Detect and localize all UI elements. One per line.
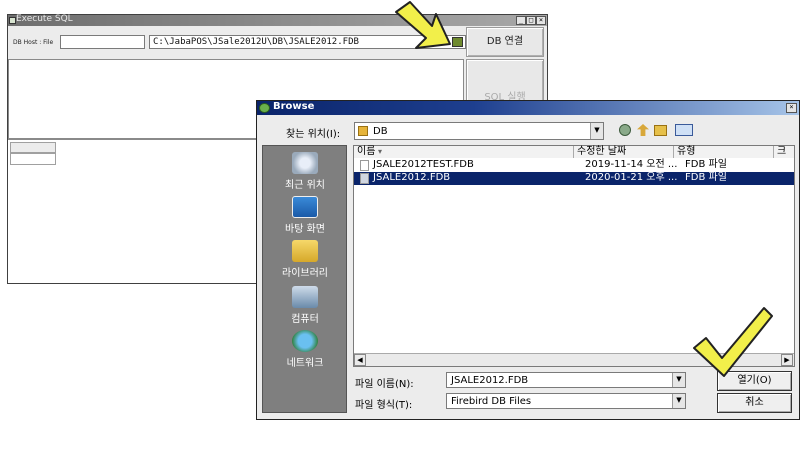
- column-header-type[interactable]: 유형: [674, 146, 774, 158]
- view-menu-icon[interactable]: [675, 124, 693, 136]
- app-icon: [9, 17, 16, 24]
- filetype-label: 파일 형식(T):: [355, 400, 413, 411]
- place-network[interactable]: 네트워크: [263, 330, 347, 369]
- folder-icon: [358, 126, 368, 136]
- column-header-name[interactable]: 이름 ▾: [354, 146, 574, 158]
- minimize-button[interactable]: _: [516, 16, 526, 25]
- back-icon[interactable]: [619, 124, 631, 136]
- open-button[interactable]: 열기(O): [717, 371, 792, 391]
- browse-dialog: Browse × 찾는 위치(I): DB ▼ 최근 위치 바탕 화면 라이브러…: [256, 100, 800, 420]
- new-folder-icon[interactable]: [654, 125, 667, 136]
- maximize-button[interactable]: □: [526, 16, 536, 25]
- browse-dialog-title: Browse: [273, 101, 315, 112]
- column-header-modified[interactable]: 수정한 날짜: [574, 146, 674, 158]
- scroll-right-icon[interactable]: ▶: [781, 354, 793, 366]
- filename-input[interactable]: JSALE2012.FDB ▼: [446, 372, 686, 388]
- chevron-down-icon[interactable]: ▼: [672, 373, 685, 387]
- browse-app-icon: [259, 103, 270, 113]
- place-recent[interactable]: 최근 위치: [263, 152, 347, 191]
- browse-title-bar[interactable]: Browse ×: [257, 101, 799, 115]
- libraries-icon: [292, 240, 318, 262]
- chevron-down-icon[interactable]: ▼: [590, 123, 603, 139]
- network-icon: [292, 330, 318, 352]
- up-folder-icon[interactable]: [637, 124, 649, 136]
- column-header-more[interactable]: 크: [774, 146, 794, 158]
- file-row[interactable]: JSALE2012TEST.FDB 2019-11-14 오전 ... FDB …: [354, 159, 794, 172]
- exec-title-bar[interactable]: Execute SQL _ □ ×: [8, 14, 547, 26]
- grid-data-cell[interactable]: [10, 153, 56, 165]
- desktop-icon: [292, 196, 318, 218]
- cancel-button[interactable]: 취소: [717, 393, 792, 413]
- look-in-combo[interactable]: DB ▼: [354, 122, 604, 140]
- place-libraries[interactable]: 라이브러리: [263, 240, 347, 279]
- db-host-input[interactable]: [60, 35, 145, 49]
- computer-icon: [292, 286, 318, 308]
- file-icon: [360, 173, 369, 184]
- folder-browse-icon[interactable]: [452, 37, 463, 47]
- db-file-path-input[interactable]: C:\JabaPOS\JSale2012U\DB\JSALE2012.FDB: [149, 35, 466, 49]
- db-host-label: DB Host : File: [13, 39, 54, 46]
- places-bar: 최근 위치 바탕 화면 라이브러리 컴퓨터 네트워크: [262, 145, 347, 413]
- file-row-selected[interactable]: JSALE2012.FDB 2020-01-21 오후 ... FDB 파일: [354, 172, 794, 185]
- look-in-label: 찾는 위치(I):: [286, 129, 341, 140]
- exec-window-title: Execute SQL: [16, 14, 73, 24]
- scroll-left-icon[interactable]: ◀: [354, 354, 366, 366]
- filename-label: 파일 이름(N):: [355, 379, 414, 390]
- horizontal-scrollbar[interactable]: ◀ ▶: [354, 353, 794, 366]
- recent-places-icon: [292, 152, 318, 174]
- close-button[interactable]: ×: [536, 16, 546, 25]
- db-connect-button[interactable]: DB 연결: [466, 27, 544, 57]
- place-desktop[interactable]: 바탕 화면: [263, 196, 347, 235]
- file-icon: [360, 160, 369, 171]
- grid-header-cell: [10, 142, 56, 153]
- filetype-select[interactable]: Firebird DB Files ▼: [446, 393, 686, 409]
- file-list[interactable]: 이름 ▾ 수정한 날짜 유형 크 JSALE2012TEST.FDB 2019-…: [353, 145, 795, 367]
- chevron-down-icon[interactable]: ▼: [672, 394, 685, 408]
- place-computer[interactable]: 컴퓨터: [263, 286, 347, 325]
- browse-close-button[interactable]: ×: [786, 103, 797, 113]
